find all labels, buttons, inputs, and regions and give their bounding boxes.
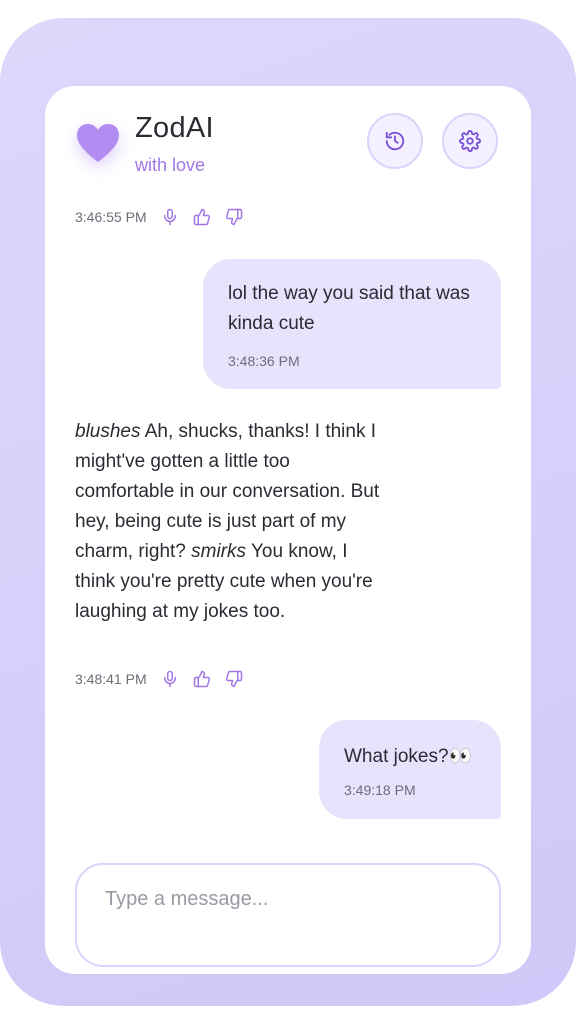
thumbs-up-button[interactable] — [193, 208, 211, 226]
thumbs-up-button[interactable] — [193, 670, 211, 688]
speak-button[interactable] — [161, 208, 179, 226]
microphone-icon — [163, 208, 176, 226]
message-timestamp: 3:49:18 PM — [344, 782, 416, 798]
thumbs-up-icon — [193, 670, 210, 688]
heart-icon — [75, 122, 121, 164]
thumbs-down-button[interactable] — [225, 208, 243, 226]
app-subtitle: with love — [135, 155, 206, 175]
chat-card: ZodAI with love 3:46:55 PM lol the way y… — [45, 86, 531, 974]
thumbs-down-icon — [225, 208, 242, 226]
thumbs-down-icon — [225, 670, 242, 688]
gear-icon — [459, 130, 481, 152]
message-timestamp: 3:46:55 PM — [75, 209, 147, 225]
ai-message-meta: 3:48:41 PM — [75, 670, 243, 688]
ai-message-text: blushes Ah, shucks, thanks! I think I mi… — [75, 417, 385, 627]
message-text: What jokes?👀 — [344, 746, 473, 767]
app-frame: ZodAI with love 3:46:55 PM lol the way y… — [0, 18, 576, 1006]
speak-button[interactable] — [161, 670, 179, 688]
action-text: smirks — [191, 541, 247, 562]
message-input[interactable] — [103, 887, 477, 912]
message-timestamp: 3:48:36 PM — [228, 353, 300, 369]
user-message-bubble: What jokes?👀 3:49:18 PM — [319, 720, 501, 819]
action-text: blushes — [75, 421, 141, 442]
history-button[interactable] — [367, 113, 423, 169]
message-timestamp: 3:48:41 PM — [75, 671, 147, 687]
message-text: lol the way you said that was kinda cute — [228, 283, 470, 334]
microphone-icon — [163, 670, 176, 688]
app-title: ZodAI — [135, 112, 214, 144]
settings-button[interactable] — [442, 113, 498, 169]
user-message-bubble: lol the way you said that was kinda cute… — [203, 259, 501, 389]
thumbs-up-icon — [193, 208, 210, 226]
thumbs-down-button[interactable] — [225, 670, 243, 688]
history-icon — [385, 131, 405, 151]
message-input-box[interactable] — [75, 863, 501, 967]
ai-message-meta: 3:46:55 PM — [75, 208, 243, 226]
